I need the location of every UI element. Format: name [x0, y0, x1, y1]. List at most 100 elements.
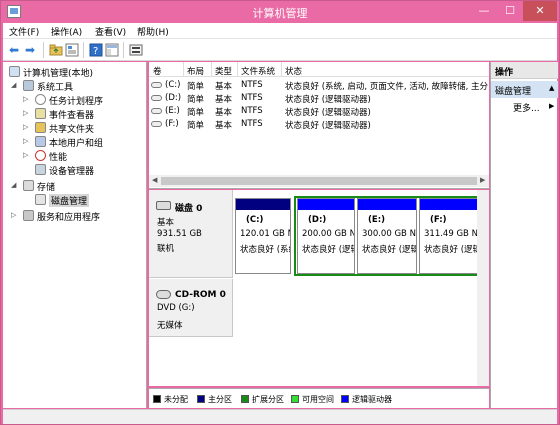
tree-item-device-manager[interactable]: 设备管理器: [23, 163, 147, 177]
disk-0-type: 基本: [157, 218, 175, 228]
column-status[interactable]: 状态: [285, 65, 302, 77]
scroll-right-icon[interactable]: ▶: [480, 176, 485, 184]
close-button[interactable]: ✕: [523, 1, 557, 21]
services-icon: [23, 210, 34, 221]
column-divider[interactable]: [281, 62, 282, 77]
more-actions-link[interactable]: 更多...: [513, 101, 540, 114]
toolbar: ⬅ ➡ ?: [3, 39, 557, 61]
column-filesystem[interactable]: 文件系统: [241, 65, 275, 77]
users-icon: [35, 136, 46, 147]
disk-0-title: 磁盘 0: [175, 204, 203, 214]
scrollbar-thumb[interactable]: [161, 177, 477, 185]
tree-item-local-users[interactable]: ▷ 本地用户和组: [23, 135, 147, 149]
tree-item-computer-management[interactable]: 计算机管理(本地): [7, 65, 147, 79]
menu-action[interactable]: 操作(A): [51, 25, 82, 38]
column-divider[interactable]: [211, 62, 212, 77]
tree-item-event-viewer[interactable]: ▷ 事件查看器: [23, 107, 147, 121]
column-type[interactable]: 类型: [215, 65, 232, 77]
partition-e[interactable]: (E:) 300.00 GB NTFS 状态良好 (逻辑驱动器): [357, 198, 417, 274]
tools-icon: [23, 80, 34, 91]
legend-swatch: [241, 395, 249, 403]
maximize-button[interactable]: ☐: [497, 1, 523, 21]
collapsed-arrow-icon[interactable]: ▷: [23, 151, 28, 159]
computer-icon: [9, 66, 20, 77]
legend-swatch: [291, 395, 299, 403]
column-volume[interactable]: 卷: [153, 65, 162, 77]
toolbar-separator: [43, 42, 44, 58]
disk-management-icon: [35, 194, 46, 205]
partition-f-bar: [420, 199, 480, 210]
menu-file[interactable]: 文件(F): [9, 25, 39, 38]
partition-d-bar: [298, 199, 354, 210]
actions-section-disk-management[interactable]: 磁盘管理 ▲: [491, 81, 558, 98]
disk-0-size: 931.51 GB: [157, 229, 202, 239]
tree-item-performance[interactable]: ▷ 性能: [23, 149, 147, 163]
table-row[interactable]: (C:) 简单 基本 NTFS 状态良好 (系统, 启动, 页面文件, 活动, …: [149, 79, 489, 92]
collapse-arrow-icon[interactable]: ▲: [549, 84, 554, 92]
partition-e-bar: [358, 199, 416, 210]
folder-up-icon[interactable]: [49, 43, 63, 57]
menu-help[interactable]: 帮助(H): [137, 25, 169, 38]
cdrom-0-info[interactable]: CD-ROM 0 DVD (G:) 无媒体: [149, 279, 233, 337]
partition-legend: 未分配 主分区 扩展分区 可用空间 逻辑驱动器: [149, 388, 489, 408]
volume-icon: [151, 82, 162, 88]
table-row[interactable]: (D:) 简单 基本 NTFS 状态良好 (逻辑驱动器): [149, 92, 489, 105]
legend-unallocated: 未分配: [153, 394, 197, 404]
disk-row-cdrom: CD-ROM 0 DVD (G:) 无媒体: [149, 279, 489, 337]
collapsed-arrow-icon[interactable]: ▷: [23, 95, 28, 103]
legend-primary: 主分区: [197, 394, 241, 404]
disk-settings-icon[interactable]: [129, 43, 143, 57]
volume-icon: [151, 121, 162, 127]
vertical-scrollbar[interactable]: [477, 190, 489, 386]
collapsed-arrow-icon[interactable]: ▷: [11, 211, 16, 219]
clock-icon: [35, 94, 46, 105]
submenu-arrow-icon: ▶: [549, 102, 555, 110]
column-divider[interactable]: [183, 62, 184, 77]
properties-icon[interactable]: [65, 43, 79, 57]
shared-folder-icon: [35, 122, 46, 133]
computer-management-window: 计算机管理 — ☐ ✕ 文件(F) 操作(A) 查看(V) 帮助(H) ⬅ ➡ …: [0, 0, 560, 425]
horizontal-scrollbar[interactable]: ◀ ▶: [149, 175, 489, 187]
title-bar[interactable]: 计算机管理 — ☐ ✕: [1, 1, 559, 23]
legend-swatch: [197, 395, 205, 403]
tree-item-task-scheduler[interactable]: ▷ 任务计划程序: [23, 93, 147, 107]
partition-d[interactable]: (D:) 200.00 GB NTFS 状态良好 (逻辑驱动器): [297, 198, 355, 274]
expanded-arrow-icon[interactable]: ◢: [11, 81, 16, 89]
toolbar-separator: [83, 42, 84, 58]
partition-c-bar: [236, 199, 290, 210]
volume-icon: [151, 108, 162, 114]
cdrom-icon: [156, 290, 171, 299]
tree-item-shared-folders[interactable]: ▷ 共享文件夹: [23, 121, 147, 135]
table-row[interactable]: (E:) 简单 基本 NTFS 状态良好 (逻辑驱动器): [149, 105, 489, 118]
collapsed-arrow-icon[interactable]: ▷: [23, 109, 28, 117]
event-log-icon: [35, 108, 46, 119]
tree-item-storage[interactable]: ◢ 存储: [11, 179, 147, 193]
column-divider[interactable]: [237, 62, 238, 77]
show-hide-console-icon[interactable]: [105, 43, 119, 57]
disk-0-info[interactable]: 磁盘 0 基本 931.51 GB 联机: [149, 190, 233, 278]
partition-f[interactable]: (F:) 311.49 GB NTFS 状态良好 (逻辑驱动器): [419, 198, 481, 274]
column-layout[interactable]: 布局: [187, 65, 204, 77]
collapsed-arrow-icon[interactable]: ▷: [23, 123, 28, 131]
cdrom-0-media: 无媒体: [157, 321, 183, 331]
menu-view[interactable]: 查看(V): [95, 25, 126, 38]
expanded-arrow-icon[interactable]: ◢: [11, 181, 16, 189]
collapsed-arrow-icon[interactable]: ▷: [23, 137, 28, 145]
help-icon[interactable]: ?: [89, 43, 103, 57]
partition-c[interactable]: (C:) 120.01 GB NTFS 状态良好 (系统: [235, 198, 291, 274]
tree-item-system-tools[interactable]: ◢ 系统工具: [11, 79, 147, 93]
tree-item-services-apps[interactable]: ▷ 服务和应用程序: [11, 209, 147, 223]
volume-list: 卷 布局 类型 文件系统 状态 (C:) 简单 基本 NTFS 状态良好 (系统…: [149, 62, 489, 189]
legend-extended: 扩展分区: [241, 394, 293, 404]
toolbar-separator: [123, 42, 124, 58]
navigation-tree: 计算机管理(本地) ◢ 系统工具 ▷ 任务计划程序 ▷ 事件查看器 ▷ 共享文件…: [3, 62, 147, 408]
table-row[interactable]: (F:) 简单 基本 NTFS 状态良好 (逻辑驱动器): [149, 118, 489, 131]
scroll-left-icon[interactable]: ◀: [152, 176, 157, 184]
forward-arrow-icon[interactable]: ➡: [25, 43, 39, 57]
tree-item-disk-management[interactable]: 磁盘管理: [23, 193, 147, 207]
performance-icon: [35, 150, 46, 161]
back-arrow-icon[interactable]: ⬅: [9, 43, 23, 57]
minimize-button[interactable]: —: [471, 1, 497, 21]
legend-swatch: [153, 395, 161, 403]
cdrom-0-type: DVD (G:): [157, 303, 195, 313]
